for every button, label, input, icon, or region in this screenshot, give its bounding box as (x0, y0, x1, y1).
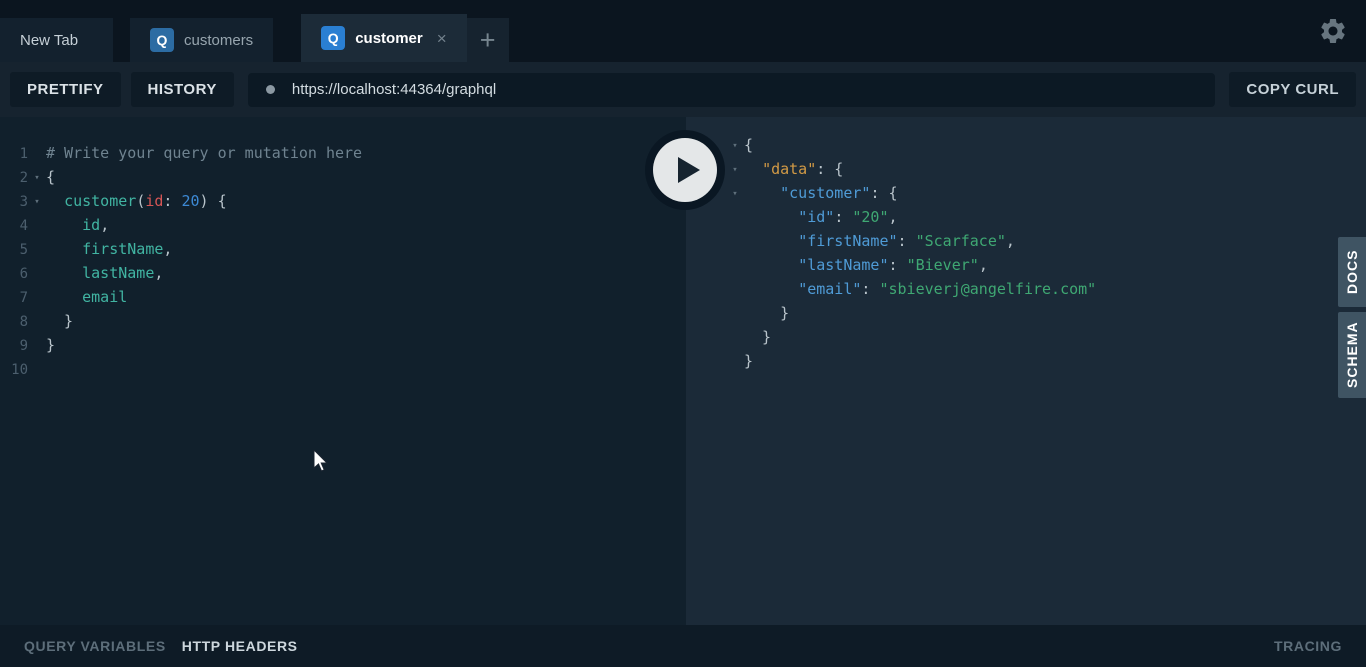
code-text: "data": { (744, 160, 843, 178)
query-variables-tab[interactable]: QUERY VARIABLES (24, 638, 166, 654)
tab-new-tab[interactable]: New Tab (0, 18, 113, 62)
code-line: "email": "sbieverj@angelfire.com" (726, 277, 1356, 301)
code-text: "email": "sbieverj@angelfire.com" (744, 280, 1096, 298)
line-number: 2 (0, 166, 28, 190)
code-text: customer(id: 20) { (46, 192, 227, 210)
code-text: # Write your query or mutation here (46, 144, 362, 162)
code-line: 2▾{ (0, 165, 686, 189)
code-line: 3▾ customer(id: 20) { (0, 189, 686, 213)
code-text: lastName, (46, 264, 163, 282)
plus-icon: + (480, 25, 496, 56)
code-text: } (744, 304, 789, 322)
code-text: firstName, (46, 240, 172, 258)
query-badge-icon: Q (150, 28, 174, 52)
toolbar: PRETTIFY HISTORY COPY CURL (0, 62, 1366, 117)
add-tab-button[interactable]: + (467, 18, 509, 62)
code-line: 1 # Write your query or mutation here (0, 141, 686, 165)
code-line: } (726, 301, 1356, 325)
response-viewer: ▾{▾ "data": {▾ "customer": { "id": "20",… (686, 117, 1366, 625)
schema-side-tab[interactable]: SCHEMA (1338, 312, 1366, 398)
http-headers-tab[interactable]: HTTP HEADERS (182, 638, 298, 654)
endpoint-url-bar[interactable] (248, 73, 1216, 107)
fold-arrow-icon[interactable]: ▾ (726, 158, 744, 182)
code-line: 8 } (0, 309, 686, 333)
code-text: "lastName": "Biever", (744, 256, 988, 274)
code-line: "lastName": "Biever", (726, 253, 1356, 277)
copy-curl-button[interactable]: COPY CURL (1229, 72, 1356, 107)
code-text: id, (46, 216, 109, 234)
code-text: } (744, 328, 771, 346)
endpoint-url-input[interactable] (292, 81, 1198, 98)
code-text: { (744, 136, 753, 154)
code-line: 7 email (0, 285, 686, 309)
code-line: ▾ "customer": { (726, 181, 1356, 205)
bottom-bar: QUERY VARIABLES HTTP HEADERS TRACING (0, 625, 1366, 667)
tracing-tab[interactable]: TRACING (1274, 638, 1342, 654)
fold-arrow-icon[interactable]: ▾ (726, 182, 744, 206)
tab-customers[interactable]: Q customers (130, 18, 273, 62)
code-text: } (744, 352, 753, 370)
code-line: ▾{ (726, 133, 1356, 157)
line-number: 10 (0, 358, 28, 382)
line-number: 8 (0, 310, 28, 334)
code-line: "firstName": "Scarface", (726, 229, 1356, 253)
code-line: 4 id, (0, 213, 686, 237)
code-text: email (46, 288, 127, 306)
line-number: 3 (0, 190, 28, 214)
tab-label: customer (355, 30, 423, 47)
line-number: 4 (0, 214, 28, 238)
close-tab-icon[interactable]: × (437, 30, 447, 47)
query-editor[interactable]: 1 # Write your query or mutation here 2▾{3… (0, 117, 686, 625)
code-line: } (726, 325, 1356, 349)
tab-label: New Tab (20, 32, 78, 49)
tab-label: customers (184, 32, 253, 49)
prettify-button[interactable]: PRETTIFY (10, 72, 121, 107)
line-number: 6 (0, 262, 28, 286)
play-icon (678, 157, 700, 183)
code-text: "firstName": "Scarface", (744, 232, 1015, 250)
code-text: "id": "20", (744, 208, 898, 226)
fold-arrow-icon[interactable]: ▾ (28, 190, 46, 214)
code-text: { (46, 168, 55, 186)
code-text: } (46, 336, 55, 354)
line-number: 5 (0, 238, 28, 262)
fold-arrow-icon[interactable]: ▾ (28, 166, 46, 190)
gear-icon (1318, 16, 1348, 46)
main-panes: 1# Write your query or mutation here2▾{3… (0, 117, 1366, 625)
tab-bar: New Tab Q customers Q customer × + (0, 0, 1366, 62)
execute-query-button[interactable] (645, 130, 725, 210)
code-line: "id": "20", (726, 205, 1356, 229)
code-line: 9} (0, 333, 686, 357)
code-line: } (726, 349, 1356, 373)
connection-dot-icon (266, 85, 275, 94)
line-number: 7 (0, 286, 28, 310)
line-number: 9 (0, 334, 28, 358)
play-button-disc (653, 138, 717, 202)
history-button[interactable]: HISTORY (131, 72, 234, 107)
tab-customer[interactable]: Q customer × (301, 14, 466, 62)
code-line: 10 (0, 357, 686, 381)
code-line: 5 firstName, (0, 237, 686, 261)
docs-side-tab[interactable]: DOCS (1338, 237, 1366, 307)
code-line: 6 lastName, (0, 261, 686, 285)
code-text: } (46, 312, 73, 330)
line-number: 1 (0, 142, 28, 166)
query-badge-icon: Q (321, 26, 345, 50)
code-line: ▾ "data": { (726, 157, 1356, 181)
fold-arrow-icon[interactable]: ▾ (726, 134, 744, 158)
graphql-playground-window: New Tab Q customers Q customer × + PRETT… (0, 0, 1366, 667)
code-text: "customer": { (744, 184, 898, 202)
settings-gear-icon[interactable] (1318, 16, 1348, 46)
